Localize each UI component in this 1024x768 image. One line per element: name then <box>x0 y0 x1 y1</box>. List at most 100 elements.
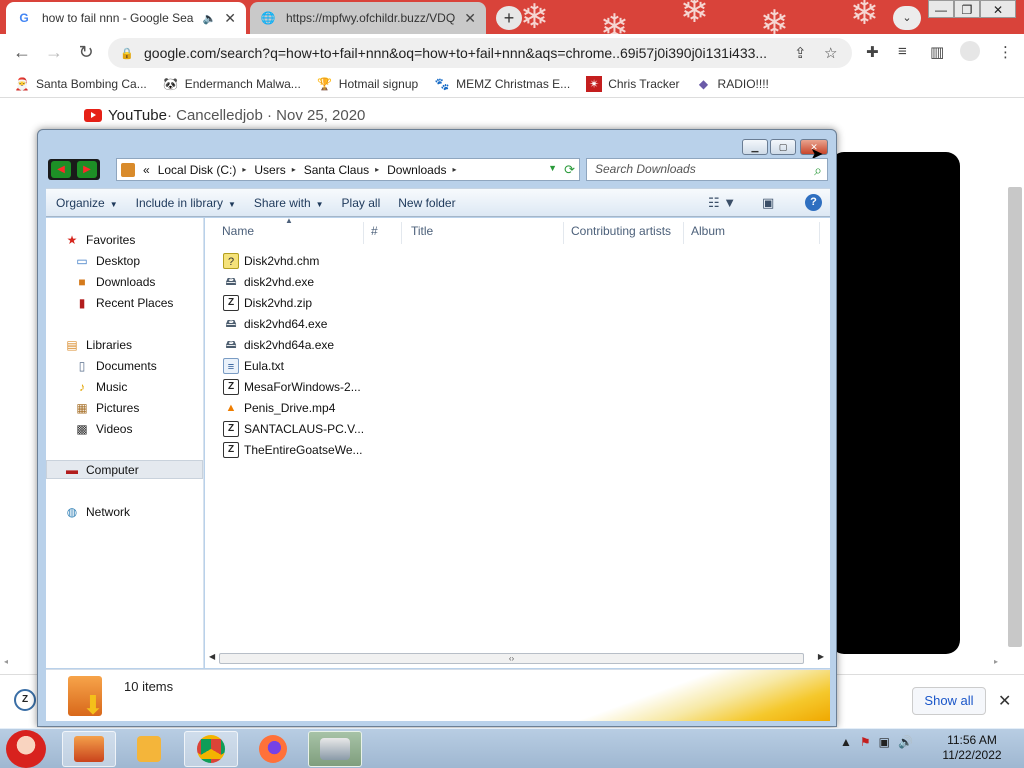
scroll-left-icon[interactable]: ◀ <box>209 652 215 661</box>
preview-pane-icon[interactable]: ▣ <box>762 195 774 211</box>
address-bar[interactable]: 🔒 google.com/search?q=how+to+fail+nnn&oq… <box>108 38 852 68</box>
bookmark-santa-bombing[interactable]: 🎅 Santa Bombing Ca... <box>14 76 147 92</box>
bookmark-memz[interactable]: 🐾 MEMZ Christmas E... <box>434 76 571 92</box>
new-tab-button[interactable]: + <box>496 6 522 30</box>
share-with-menu[interactable]: Share with ▼ <box>254 196 324 210</box>
downloaded-file-icon[interactable]: Z <box>14 689 36 711</box>
scroll-left-icon[interactable]: ◂ <box>4 657 8 666</box>
breadcrumb-arrow-icon[interactable]: ▸ <box>242 165 246 174</box>
file-row[interactable]: Z Disk2vhd.zip <box>223 295 312 311</box>
breadcrumb-overflow[interactable]: « <box>143 163 150 177</box>
explorer-search-input[interactable]: Search Downloads ⌕ <box>586 158 828 181</box>
volume-icon[interactable]: 🔊 <box>898 735 913 749</box>
window-maximize-button[interactable]: ❐ <box>954 0 980 18</box>
column-divider[interactable] <box>363 222 364 244</box>
address-dropdown-icon[interactable]: ▼ <box>548 163 557 173</box>
page-scrollbar[interactable] <box>1008 187 1022 647</box>
tab-search-button[interactable]: ⌄ <box>893 6 921 30</box>
include-in-library-menu[interactable]: Include in library ▼ <box>136 196 236 210</box>
file-row[interactable]: ≡ Eula.txt <box>223 358 284 374</box>
nav-documents[interactable]: ▯ Documents <box>74 358 157 374</box>
taskbar-disk2vhd[interactable] <box>308 731 362 767</box>
nav-computer[interactable]: ▬ Computer <box>64 462 139 478</box>
scrollbar-thumb[interactable]: ‹› <box>219 653 804 664</box>
window-minimize-button[interactable]: — <box>928 0 954 18</box>
side-panel-icon[interactable]: ▥ <box>930 43 944 61</box>
nav-favorites[interactable]: ★ Favorites <box>64 232 136 248</box>
column-divider[interactable] <box>401 222 402 244</box>
file-list-horizontal-scrollbar[interactable]: ◀ ‹› ▶ <box>205 649 830 667</box>
new-folder-button[interactable]: New folder <box>398 196 455 210</box>
tab-close-icon[interactable]: ✕ <box>224 10 236 27</box>
tab-close-icon[interactable]: ✕ <box>464 10 476 27</box>
nav-videos[interactable]: ▩ Videos <box>74 421 132 437</box>
taskbar-firefox[interactable] <box>246 731 300 767</box>
column-header-contributing-artists[interactable]: Contributing artists <box>571 224 671 238</box>
breadcrumb-local-disk[interactable]: Local Disk (C:) <box>158 163 237 177</box>
nav-network[interactable]: ◍ Network <box>64 504 130 520</box>
help-icon[interactable]: ? <box>805 194 822 211</box>
scroll-right-icon[interactable]: ▸ <box>994 657 998 666</box>
bookmark-radio[interactable]: ◆ RADIO!!!! <box>696 76 769 92</box>
explorer-back-button[interactable]: ◀ <box>51 161 71 178</box>
column-header-album[interactable]: Album <box>691 224 725 238</box>
refresh-icon[interactable]: ⟳ <box>564 162 575 178</box>
taskbar-chrome[interactable] <box>184 731 238 767</box>
column-header-title[interactable]: Title <box>411 224 433 238</box>
media-control-icon[interactable]: ≡ <box>898 43 907 60</box>
speaker-icon[interactable]: 🔈 <box>203 12 217 25</box>
explorer-minimize-button[interactable]: ▁ <box>742 139 768 155</box>
explorer-forward-button[interactable]: ▶ <box>77 161 97 178</box>
file-row[interactable]: ▲ Penis_Drive.mp4 <box>223 400 336 416</box>
nav-pictures[interactable]: ▦ Pictures <box>74 400 139 416</box>
column-divider[interactable] <box>819 222 820 244</box>
breadcrumb-arrow-icon[interactable]: ▸ <box>375 165 379 174</box>
column-divider[interactable] <box>683 222 684 244</box>
lock-icon[interactable]: 🔒 <box>120 47 134 60</box>
breadcrumb-arrow-icon[interactable]: ▸ <box>453 165 457 174</box>
start-button[interactable] <box>6 730 46 768</box>
nav-libraries[interactable]: ▤ Libraries <box>64 337 132 353</box>
address-url[interactable]: google.com/search?q=how+to+fail+nnn&oq=h… <box>144 45 784 61</box>
extensions-icon[interactable]: ✚ <box>866 43 879 61</box>
explorer-maximize-button[interactable]: ▢ <box>770 139 796 155</box>
reload-button[interactable]: ↻ <box>74 41 98 63</box>
column-divider[interactable] <box>563 222 564 244</box>
bookmark-endermanch[interactable]: 🐼 Endermanch Malwa... <box>163 76 301 92</box>
column-header-number[interactable]: # <box>371 224 378 238</box>
bookmark-star-icon[interactable]: ☆ <box>824 44 837 62</box>
tab-suspicious-site[interactable]: 🌐 https://mpfwy.ofchildr.buzz/VDQ ✕ <box>250 2 486 34</box>
taskbar-media-player[interactable] <box>122 731 176 767</box>
breadcrumb-users[interactable]: Users <box>254 163 285 177</box>
bookmark-hotmail[interactable]: 🏆 Hotmail signup <box>317 76 418 92</box>
nav-recent-places[interactable]: ▮ Recent Places <box>74 295 174 311</box>
share-icon[interactable]: ⇪ <box>794 44 807 62</box>
view-options-icon[interactable]: ☷ ▼ <box>708 195 736 211</box>
nav-downloads[interactable]: ■ Downloads <box>74 274 155 290</box>
file-row[interactable]: Z TheEntireGoatseWe... <box>223 442 363 458</box>
youtube-result-meta[interactable]: YouTube · Cancelledjob · Nov 25, 2020 <box>84 107 365 124</box>
organize-menu[interactable]: Organize ▼ <box>56 196 118 210</box>
breadcrumb-santa-claus[interactable]: Santa Claus <box>304 163 369 177</box>
breadcrumb-downloads[interactable]: Downloads <box>387 163 446 177</box>
taskbar-explorer[interactable] <box>62 731 116 767</box>
file-row[interactable]: 🖴 disk2vhd.exe <box>223 274 314 290</box>
tab-google-search[interactable]: G how to fail nnn - Google Sea 🔈 ✕ <box>6 2 246 34</box>
tray-expand-icon[interactable]: ▲ <box>840 735 852 749</box>
window-close-button[interactable]: ✕ <box>980 0 1016 18</box>
profile-avatar[interactable] <box>960 41 980 61</box>
downloads-close-icon[interactable]: ✕ <box>998 691 1011 711</box>
scroll-right-icon[interactable]: ▶ <box>818 652 824 661</box>
video-player[interactable] <box>830 152 960 654</box>
nav-music[interactable]: ♪ Music <box>74 379 127 395</box>
file-row[interactable]: ? Disk2vhd.chm <box>223 253 319 269</box>
network-status-icon[interactable]: ▣ <box>879 735 890 749</box>
breadcrumb-arrow-icon[interactable]: ▸ <box>292 165 296 174</box>
column-header-name[interactable]: Name <box>222 224 254 238</box>
forward-button[interactable]: → <box>42 41 66 63</box>
menu-kebab-icon[interactable]: ⋮ <box>998 43 1013 61</box>
explorer-address-bar[interactable]: « Local Disk (C:) ▸ Users ▸ Santa Claus … <box>116 158 580 181</box>
taskbar-clock[interactable]: 11:56 AM 11/22/2022 <box>936 733 1008 763</box>
nav-desktop[interactable]: ▭ Desktop <box>74 253 140 269</box>
file-row[interactable]: Z SANTACLAUS-PC.V... <box>223 421 364 437</box>
